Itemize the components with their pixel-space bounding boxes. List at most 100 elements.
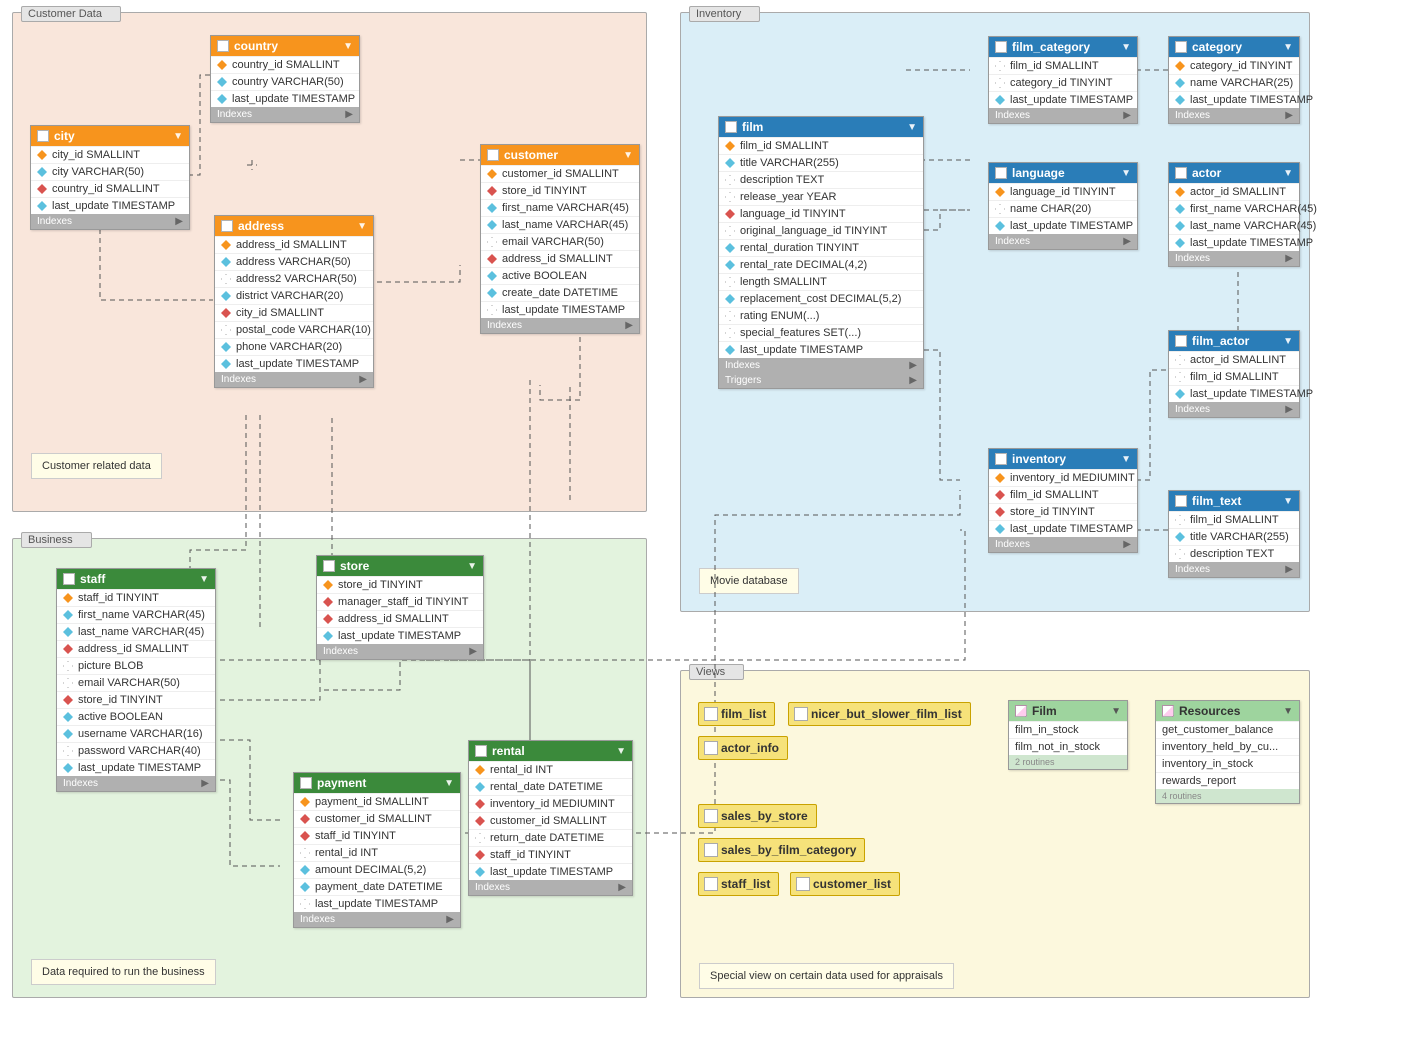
table-title: payment — [317, 776, 366, 790]
table-title: category — [1192, 40, 1242, 54]
indexes-footer[interactable]: Indexes▶ — [1169, 251, 1299, 266]
column-label: staff_id TINYINT — [315, 830, 396, 842]
att-icon — [995, 204, 1005, 214]
indexes-footer[interactable]: Indexes▶ — [989, 234, 1137, 249]
column-label: name CHAR(20) — [1010, 203, 1091, 215]
att-icon — [221, 325, 231, 335]
table-country[interactable]: country▼ country_id SMALLINTcountry VARC… — [210, 35, 360, 123]
triggers-footer[interactable]: Triggers▶ — [719, 373, 923, 388]
table-film-actor[interactable]: film_actor▼ actor_id SMALLINTfilm_id SMA… — [1168, 330, 1300, 418]
column-row: amount DECIMAL(5,2) — [294, 861, 460, 878]
table-payment[interactable]: payment▼ payment_id SMALLINTcustomer_id … — [293, 772, 461, 928]
routines-film[interactable]: Film▼ film_in_stockfilm_not_in_stock 2 r… — [1008, 700, 1128, 770]
idx-icon — [63, 627, 73, 637]
table-category[interactable]: category▼ category_id TINYINTname VARCHA… — [1168, 36, 1300, 124]
column-label: last_update TIMESTAMP — [1190, 388, 1313, 400]
indexes-footer[interactable]: Indexes▶ — [317, 644, 483, 659]
column-row: address_id SMALLINT — [481, 250, 639, 267]
column-label: store_id TINYINT — [502, 185, 587, 197]
table-title: Film — [1032, 704, 1057, 718]
table-icon — [725, 121, 737, 133]
view-sales-cat[interactable]: sales_by_film_category — [698, 838, 865, 862]
indexes-footer[interactable]: Indexes▶ — [57, 776, 215, 791]
att-icon — [725, 175, 735, 185]
column-row: rating ENUM(...) — [719, 307, 923, 324]
routine-icon — [1015, 705, 1027, 717]
view-customer-list[interactable]: customer_list — [790, 872, 900, 896]
column-row: postal_code VARCHAR(10) — [215, 321, 373, 338]
column-row: create_date DATETIME — [481, 284, 639, 301]
column-row: film_not_in_stock — [1009, 738, 1127, 755]
table-title: film_actor — [1192, 334, 1249, 348]
column-row: rental_id INT — [294, 844, 460, 861]
column-label: payment_id SMALLINT — [315, 796, 429, 808]
pk-icon — [217, 60, 227, 70]
indexes-footer[interactable]: Indexes▶ — [1169, 108, 1299, 123]
column-label: category_id TINYINT — [1010, 77, 1113, 89]
indexes-footer[interactable]: Indexes▶ — [989, 108, 1137, 123]
table-inventory[interactable]: inventory▼ inventory_id MEDIUMINTfilm_id… — [988, 448, 1138, 553]
indexes-footer[interactable]: Indexes▶ — [469, 880, 632, 895]
indexes-footer[interactable]: Indexes▶ — [215, 372, 373, 387]
table-language[interactable]: language▼ language_id TINYINTname CHAR(2… — [988, 162, 1138, 250]
indexes-footer[interactable]: Indexes▶ — [31, 214, 189, 229]
column-label: last_name VARCHAR(45) — [1190, 220, 1316, 232]
column-label: return_date DATETIME — [490, 832, 604, 844]
table-film-category[interactable]: film_category▼ film_id SMALLINTcategory_… — [988, 36, 1138, 124]
indexes-footer[interactable]: Indexes▶ — [211, 107, 359, 122]
indexes-footer[interactable]: Indexes▶ — [989, 537, 1137, 552]
indexes-footer[interactable]: Indexes▶ — [719, 358, 923, 373]
column-label: film_id SMALLINT — [1010, 60, 1099, 72]
idx-icon — [995, 221, 1005, 231]
fk-icon — [323, 614, 333, 624]
column-label: get_customer_balance — [1162, 724, 1273, 736]
column-label: first_name VARCHAR(45) — [502, 202, 629, 214]
column-label: rental_date DATETIME — [490, 781, 603, 793]
column-label: picture BLOB — [78, 660, 143, 672]
column-row: film_id SMALLINT — [989, 486, 1137, 503]
table-icon — [995, 167, 1007, 179]
idx-icon — [1175, 204, 1185, 214]
table-film[interactable]: film▼ film_id SMALLINTtitle VARCHAR(255)… — [718, 116, 924, 389]
table-film-text[interactable]: film_text▼ film_id SMALLINTtitle VARCHAR… — [1168, 490, 1300, 578]
view-actor-info[interactable]: actor_info — [698, 736, 788, 760]
table-icon — [300, 777, 312, 789]
table-staff[interactable]: staff▼ staff_id TINYINTfirst_name VARCHA… — [56, 568, 216, 792]
fk-icon — [475, 850, 485, 860]
column-label: active BOOLEAN — [502, 270, 587, 282]
column-row: film_id SMALLINT — [1169, 368, 1299, 385]
region-note: Special view on certain data used for ap… — [699, 963, 954, 989]
column-label: email VARCHAR(50) — [78, 677, 180, 689]
column-row: title VARCHAR(255) — [719, 154, 923, 171]
column-label: store_id TINYINT — [78, 694, 163, 706]
table-store[interactable]: store▼ store_id TINYINTmanager_staff_id … — [316, 555, 484, 660]
column-label: store_id TINYINT — [338, 579, 423, 591]
view-sales-store[interactable]: sales_by_store — [698, 804, 817, 828]
idx-icon — [475, 867, 485, 877]
column-label: phone VARCHAR(20) — [236, 341, 342, 353]
table-actor[interactable]: actor▼ actor_id SMALLINTfirst_name VARCH… — [1168, 162, 1300, 267]
indexes-footer[interactable]: Indexes▶ — [1169, 562, 1299, 577]
table-customer[interactable]: customer▼ customer_id SMALLINTstore_id T… — [480, 144, 640, 334]
idx-icon — [323, 631, 333, 641]
view-staff-list[interactable]: staff_list — [698, 872, 779, 896]
idx-icon — [725, 345, 735, 355]
indexes-footer[interactable]: Indexes▶ — [481, 318, 639, 333]
view-film-list[interactable]: film_list — [698, 702, 775, 726]
table-address[interactable]: address▼ address_id SMALLINTaddress VARC… — [214, 215, 374, 388]
table-city[interactable]: city▼ city_id SMALLINTcity VARCHAR(50)co… — [30, 125, 190, 230]
view-nicer[interactable]: nicer_but_slower_film_list — [788, 702, 971, 726]
pk-icon — [221, 240, 231, 250]
routines-resources[interactable]: Resources▼ get_customer_balanceinventory… — [1155, 700, 1300, 804]
indexes-footer[interactable]: Indexes▶ — [1169, 402, 1299, 417]
column-label: name VARCHAR(25) — [1190, 77, 1293, 89]
indexes-footer[interactable]: Indexes▶ — [294, 912, 460, 927]
column-row: staff_id TINYINT — [57, 589, 215, 606]
idx-icon — [475, 782, 485, 792]
column-label: last_update TIMESTAMP — [1010, 220, 1133, 232]
table-rental[interactable]: rental▼ rental_id INTrental_date DATETIM… — [468, 740, 633, 896]
column-row: last_update TIMESTAMP — [469, 863, 632, 880]
column-row: rewards_report — [1156, 772, 1299, 789]
column-label: city_id SMALLINT — [52, 149, 140, 161]
table-icon — [995, 453, 1007, 465]
